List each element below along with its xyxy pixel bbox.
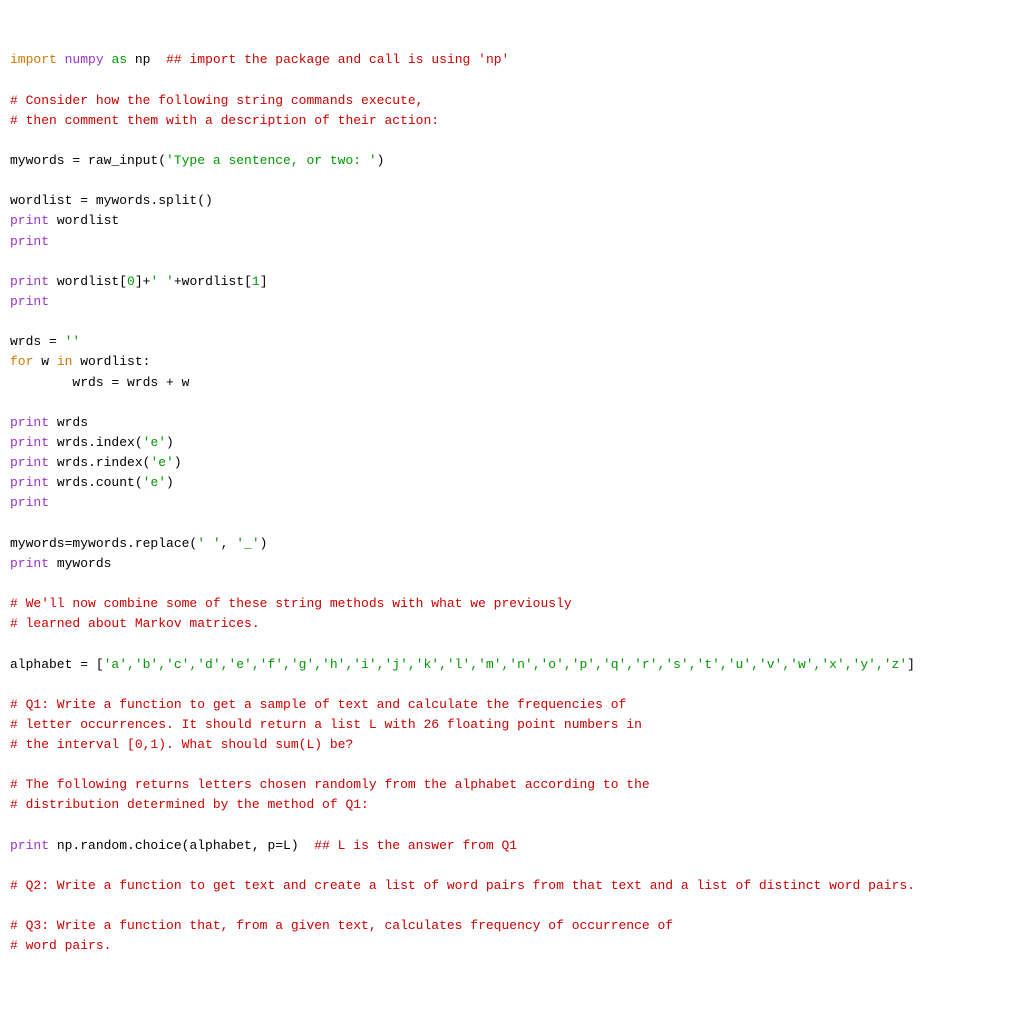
code: wrds.count( — [49, 475, 143, 490]
comment: # Consider how the following string comm… — [10, 93, 423, 108]
string-literal: 'a','b','c','d','e','f','g','h','i','j',… — [104, 657, 908, 672]
number: 0 — [127, 274, 135, 289]
keyword-print: print — [10, 838, 49, 853]
comment: # the interval [0,1). What should sum(L)… — [10, 737, 353, 752]
identifier: wordlist — [49, 213, 119, 228]
number: 1 — [252, 274, 260, 289]
comment: # Q1: Write a function to get a sample o… — [10, 697, 626, 712]
code: np.random.choice(alphabet, p=L) — [49, 838, 314, 853]
code: wrds.rindex( — [49, 455, 150, 470]
identifier: mywords — [49, 556, 111, 571]
comment: # distribution determined by the method … — [10, 797, 369, 812]
string-literal: ' ' — [150, 274, 173, 289]
code-line: wrds = — [10, 334, 65, 349]
keyword-import: import — [10, 52, 57, 67]
comment: ## L is the answer from Q1 — [314, 838, 517, 853]
keyword-print: print — [10, 495, 49, 510]
comment: # The following returns letters chosen r… — [10, 777, 650, 792]
code-line: wordlist = mywords.split() — [10, 193, 213, 208]
code: +wordlist[ — [174, 274, 252, 289]
paren-close: ) — [166, 435, 174, 450]
keyword-print: print — [10, 294, 49, 309]
keyword-print: print — [10, 415, 49, 430]
code: wrds.index( — [49, 435, 143, 450]
paren-close: ) — [174, 455, 182, 470]
code-line: alphabet = [ — [10, 657, 104, 672]
alias-np: np — [135, 52, 151, 67]
identifier: wordlist: — [72, 354, 150, 369]
comma: , — [221, 536, 237, 551]
keyword-print: print — [10, 274, 49, 289]
comment: # then comment them with a description o… — [10, 113, 439, 128]
identifier: wordlist[ — [49, 274, 127, 289]
identifier: wrds — [49, 415, 88, 430]
paren-close: ) — [260, 536, 268, 551]
comment: # letter occurrences. It should return a… — [10, 717, 642, 732]
keyword-print: print — [10, 455, 49, 470]
comment: # We'll now combine some of these string… — [10, 596, 572, 611]
paren-close: ) — [166, 475, 174, 490]
keyword-print: print — [10, 213, 49, 228]
comment: # learned about Markov matrices. — [10, 616, 260, 631]
comment: # Q2: Write a function to get text and c… — [10, 878, 915, 893]
bracket-close: ] — [907, 657, 915, 672]
string-literal: 'Type a sentence, or two: ' — [166, 153, 377, 168]
keyword-for: for — [10, 354, 33, 369]
code-line: mywords = raw_input( — [10, 153, 166, 168]
string-literal: ' ' — [197, 536, 220, 551]
module-numpy: numpy — [65, 52, 104, 67]
keyword-print: print — [10, 556, 49, 571]
paren-close: ) — [377, 153, 385, 168]
string-literal: '' — [65, 334, 81, 349]
string-literal: 'e' — [150, 455, 173, 470]
comment: # Q3: Write a function that, from a give… — [10, 918, 673, 933]
code-line: wrds = wrds + w — [10, 375, 189, 390]
keyword-in: in — [57, 354, 73, 369]
comment: # word pairs. — [10, 938, 111, 953]
keyword-print: print — [10, 475, 49, 490]
string-literal: 'e' — [143, 435, 166, 450]
keyword-as: as — [111, 52, 127, 67]
keyword-print: print — [10, 435, 49, 450]
comment: ## import the package and call is using … — [166, 52, 509, 67]
identifier: w — [33, 354, 56, 369]
code: ]+ — [135, 274, 151, 289]
code-block: import numpy as np ## import the package… — [10, 50, 1014, 956]
string-literal: '_' — [236, 536, 259, 551]
code-line: mywords=mywords.replace( — [10, 536, 197, 551]
string-literal: 'e' — [143, 475, 166, 490]
keyword-print: print — [10, 234, 49, 249]
code: ] — [260, 274, 268, 289]
